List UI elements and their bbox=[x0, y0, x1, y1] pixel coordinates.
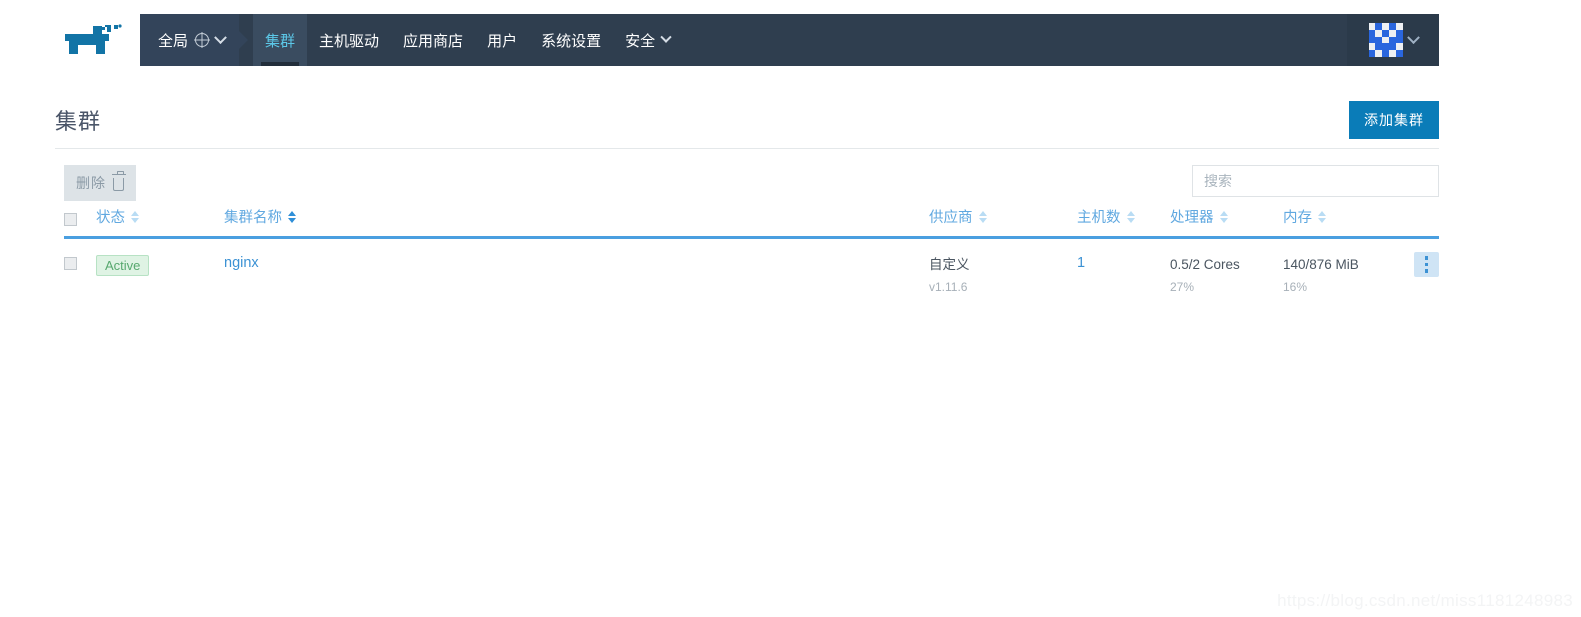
rancher-logo[interactable] bbox=[55, 14, 140, 66]
table-header-row: 状态 集群名称 供应商 主机数 处理器 内存 bbox=[64, 206, 1439, 239]
select-all-header bbox=[64, 206, 96, 239]
search-input[interactable] bbox=[1192, 165, 1439, 197]
column-header-hosts[interactable]: 主机数 bbox=[1077, 206, 1170, 239]
column-label: 集群名称 bbox=[224, 210, 282, 226]
page-title: 集群 bbox=[55, 109, 102, 134]
row-select-cell bbox=[64, 238, 96, 294]
cluster-name-link[interactable]: nginx bbox=[224, 255, 259, 271]
top-navbar: 全局 集群 主机驱动 应用商店 用户 系统设置 安全 bbox=[55, 14, 1439, 66]
watermark: https://blog.csdn.net/miss1181248983 bbox=[1277, 591, 1573, 610]
column-label: 处理器 bbox=[1170, 210, 1214, 226]
cell-memory: 140/876 MiB 16% bbox=[1283, 238, 1401, 294]
nav-item-label: 安全 bbox=[625, 32, 656, 50]
kebab-menu-icon[interactable] bbox=[1414, 252, 1439, 277]
clusters-table-container: 状态 集群名称 供应商 主机数 处理器 内存 Active nginx 自定义 … bbox=[64, 206, 1439, 294]
sort-toggle-icon[interactable] bbox=[131, 210, 139, 223]
page-header: 集群 添加集群 bbox=[55, 96, 1439, 144]
table-row: Active nginx 自定义 v1.11.6 1 0.5/2 Cores 2… bbox=[64, 238, 1439, 294]
column-header-actions bbox=[1401, 206, 1439, 239]
nav-item-clusters[interactable]: 集群 bbox=[253, 14, 308, 66]
memory-percent: 16% bbox=[1283, 279, 1308, 294]
user-menu[interactable] bbox=[1347, 14, 1439, 66]
column-label: 状态 bbox=[96, 210, 125, 226]
column-label: 内存 bbox=[1283, 210, 1312, 226]
cpu-percent: 27% bbox=[1170, 279, 1195, 294]
nav-item-label: 系统设置 bbox=[541, 32, 602, 50]
column-header-provider[interactable]: 供应商 bbox=[929, 206, 1077, 239]
nav-links: 集群 主机驱动 应用商店 用户 系统设置 安全 bbox=[239, 14, 1347, 66]
chevron-down-icon bbox=[1406, 30, 1420, 44]
cow-logo-icon bbox=[64, 24, 122, 54]
cell-actions bbox=[1401, 238, 1439, 294]
sort-toggle-icon[interactable] bbox=[1318, 210, 1326, 223]
cell-hosts: 1 bbox=[1077, 238, 1170, 294]
nav-item-security[interactable]: 安全 bbox=[613, 14, 682, 66]
clusters-table: 状态 集群名称 供应商 主机数 处理器 内存 Active nginx 自定义 … bbox=[64, 206, 1439, 294]
global-scope-label: 全局 bbox=[158, 32, 189, 50]
cell-name: nginx bbox=[224, 238, 929, 294]
trash-icon bbox=[111, 171, 126, 191]
status-badge: Active bbox=[96, 255, 150, 276]
sort-toggle-icon[interactable] bbox=[1126, 210, 1135, 223]
provider-name: 自定义 bbox=[929, 257, 970, 272]
column-label: 主机数 bbox=[1077, 210, 1121, 226]
nav-item-system-settings[interactable]: 系统设置 bbox=[529, 14, 613, 66]
select-all-checkbox[interactable] bbox=[64, 212, 77, 226]
cell-provider: 自定义 v1.11.6 bbox=[929, 238, 1077, 294]
sort-toggle-icon[interactable] bbox=[1219, 210, 1228, 223]
column-header-cpu[interactable]: 处理器 bbox=[1170, 206, 1283, 239]
header-divider bbox=[55, 148, 1439, 149]
cell-cpu: 0.5/2 Cores 27% bbox=[1170, 238, 1283, 294]
nav-item-label: 集群 bbox=[265, 32, 296, 50]
table-toolbar: 删除 bbox=[64, 165, 1439, 201]
delete-button[interactable]: 删除 bbox=[64, 165, 136, 201]
nav-item-users[interactable]: 用户 bbox=[475, 14, 529, 66]
add-cluster-button[interactable]: 添加集群 bbox=[1349, 101, 1439, 139]
delete-button-label: 删除 bbox=[76, 175, 106, 191]
row-checkbox[interactable] bbox=[64, 256, 77, 270]
memory-value: 140/876 MiB bbox=[1283, 257, 1359, 272]
column-header-name[interactable]: 集群名称 bbox=[224, 206, 929, 239]
provider-version: v1.11.6 bbox=[929, 279, 968, 294]
nav-item-host-drivers[interactable]: 主机驱动 bbox=[307, 14, 391, 66]
sort-toggle-icon[interactable] bbox=[978, 210, 987, 223]
nav-item-app-catalog[interactable]: 应用商店 bbox=[391, 14, 475, 66]
avatar bbox=[1368, 23, 1403, 57]
column-header-state[interactable]: 状态 bbox=[96, 206, 224, 239]
chevron-down-icon bbox=[660, 31, 672, 43]
column-label: 供应商 bbox=[929, 210, 973, 226]
nav-item-label: 应用商店 bbox=[403, 32, 464, 50]
cell-state: Active bbox=[96, 238, 224, 294]
sort-toggle-icon[interactable] bbox=[288, 210, 296, 223]
column-header-memory[interactable]: 内存 bbox=[1283, 206, 1401, 239]
globe-icon bbox=[195, 33, 210, 47]
nav-item-label: 用户 bbox=[487, 32, 518, 50]
cpu-value: 0.5/2 Cores bbox=[1170, 257, 1240, 272]
chevron-down-icon bbox=[214, 30, 227, 44]
nav-item-label: 主机驱动 bbox=[319, 32, 380, 50]
global-scope-selector[interactable]: 全局 bbox=[140, 14, 240, 66]
host-count-link[interactable]: 1 bbox=[1077, 255, 1085, 271]
